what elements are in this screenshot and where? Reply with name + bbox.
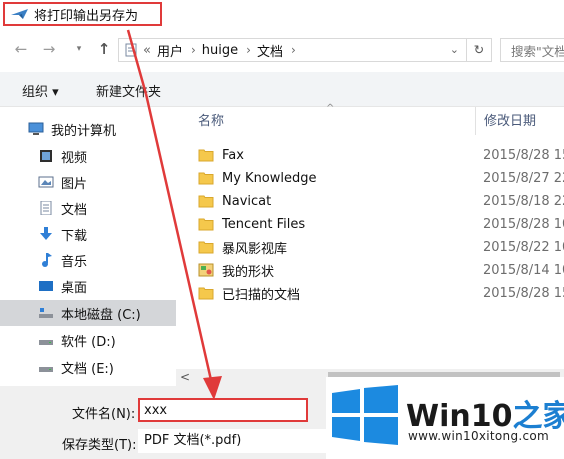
print-icon [11,9,28,19]
drive-icon [39,340,53,345]
breadcrumb-overflow[interactable]: « [143,43,151,58]
navigation-bar: ← → ▾ ↑ « 用户 › huige › 文档 › ⌄ ↻ 搜索"文档 [0,32,564,68]
shapes-folder-icon [198,263,214,277]
file-name: Navicat [222,193,272,209]
column-header-name[interactable]: 名称 [198,107,224,135]
sidebar-item-label: 图片 [61,176,88,192]
file-name: Tencent Files [222,216,306,232]
video-icon [40,150,52,162]
title-bar: 将打印输出另存为 [0,0,564,30]
breadcrumb-item[interactable]: 文档 [257,41,283,60]
sidebar-item-label: 视频 [61,150,88,166]
sidebar-item-label: 文档 (E:) [61,361,114,377]
sidebar-item-documents[interactable]: 文档 [0,195,176,221]
sort-ascending-icon: ^ [326,103,335,114]
file-date: 2015/8/28 15 [483,147,564,163]
sidebar-item-videos[interactable]: 视频 [0,143,176,169]
folder-icon [198,149,214,162]
file-date: 2015/8/22 10 [483,239,564,255]
file-row[interactable]: Tencent Files 2015/8/28 10 [186,213,564,235]
music-icon [42,253,52,267]
folder-icon [198,195,214,208]
sidebar-item-drive-c[interactable]: 本地磁盘 (C:) [0,300,176,326]
column-header-date[interactable]: 修改日期 [484,107,536,135]
new-folder-button[interactable]: 新建文件夹 [96,81,161,100]
computer-icon [28,122,44,135]
breadcrumb-separator-icon[interactable]: › [191,43,196,57]
file-row[interactable]: Fax 2015/8/28 15 [186,144,564,166]
sidebar-item-drive-d[interactable]: 软件 (D:) [0,327,176,353]
filename-label: 文件名(N): [72,407,136,422]
file-date: 2015/8/27 22 [483,170,564,186]
sidebar-item-label: 下载 [61,228,88,244]
sidebar-item-label: 本地磁盘 (C:) [61,307,141,323]
watermark-url: www.win10xitong.com [408,429,550,443]
filetype-label: 保存类型(T): [62,438,137,453]
file-name: My Knowledge [222,170,317,186]
organize-button[interactable]: 组织 ▾ [22,81,59,100]
sidebar-item-pictures[interactable]: 图片 [0,169,176,195]
drive-icon [39,367,53,372]
document-location-icon [125,43,137,57]
sidebar-item-music[interactable]: 音乐 [0,247,176,273]
watermark-logo: Win10之家 www.win10xitong.com [326,377,564,459]
sidebar-item-label: 我的计算机 [51,123,117,139]
drive-icon [39,308,53,318]
address-dropdown-icon[interactable]: ⌄ [450,39,459,61]
download-icon [40,227,52,240]
search-placeholder: 搜索"文档 [511,43,564,59]
file-row[interactable]: 暴风影视库 2015/8/22 10 [186,236,564,258]
sidebar-item-label: 软件 (D:) [61,334,116,350]
file-name: 已扫描的文档 [222,287,301,303]
folder-icon [198,287,214,300]
window-title-highlight: 将打印输出另存为 [3,2,162,26]
search-input[interactable]: 搜索"文档 [500,38,564,62]
desktop-icon [39,281,53,291]
file-date: 2015/8/28 15 [483,285,564,301]
window-title: 将打印输出另存为 [34,8,139,24]
command-toolbar: 组织 ▾ 新建文件夹 [0,72,564,107]
filetype-value: PDF 文档(*.pdf) [144,433,242,448]
file-date: 2015/8/18 22 [483,193,564,209]
back-arrow-icon[interactable]: ← [12,40,30,58]
folder-icon [198,241,214,254]
file-name: 暴风影视库 [222,241,288,257]
sidebar-item-computer[interactable]: 我的计算机 [0,116,176,142]
documents-icon [40,201,52,215]
filename-input[interactable] [138,398,308,422]
file-date: 2015/8/28 10 [483,216,564,232]
sidebar-item-label: 桌面 [61,280,88,296]
file-row[interactable]: Navicat 2015/8/18 22 [186,190,564,212]
forward-arrow-icon[interactable]: → [40,40,58,58]
windows-logo-icon [332,385,398,445]
file-date: 2015/8/14 10 [483,262,564,278]
breadcrumb-separator-icon[interactable]: › [291,43,296,57]
file-row[interactable]: My Knowledge 2015/8/27 22 [186,167,564,189]
sidebar-item-label: 音乐 [61,254,88,270]
filetype-select[interactable]: PDF 文档(*.pdf) [138,429,344,453]
breadcrumb-item[interactable]: 用户 [157,41,183,60]
sidebar-item-drive-e[interactable]: 文档 (E:) [0,354,176,380]
column-separator[interactable] [475,107,476,135]
file-row[interactable]: 已扫描的文档 2015/8/28 15 [186,282,564,304]
refresh-icon[interactable]: ↻ [466,39,491,61]
file-row[interactable]: 我的形状 2015/8/14 10 [186,259,564,281]
folder-icon [198,172,214,185]
breadcrumb-separator-icon[interactable]: › [246,43,251,57]
sidebar-item-desktop[interactable]: 桌面 [0,273,176,299]
folder-icon [198,218,214,231]
file-name: Fax [222,147,244,163]
sidebar-item-label: 文档 [61,202,88,218]
file-name: 我的形状 [222,264,275,280]
pictures-icon [38,176,54,188]
up-arrow-icon[interactable]: ↑ [95,40,113,58]
navigation-pane: 我的计算机 视频 图片 文档 下载 音乐 桌面 本地磁盘 (C:) 软件 (D:… [0,107,176,385]
breadcrumb-item[interactable]: huige [202,43,238,58]
address-bar[interactable]: « 用户 › huige › 文档 › ⌄ ↻ [118,38,492,62]
scroll-left-icon[interactable]: < [180,369,190,386]
recent-dropdown-icon[interactable]: ▾ [70,40,88,58]
sidebar-item-downloads[interactable]: 下载 [0,221,176,247]
